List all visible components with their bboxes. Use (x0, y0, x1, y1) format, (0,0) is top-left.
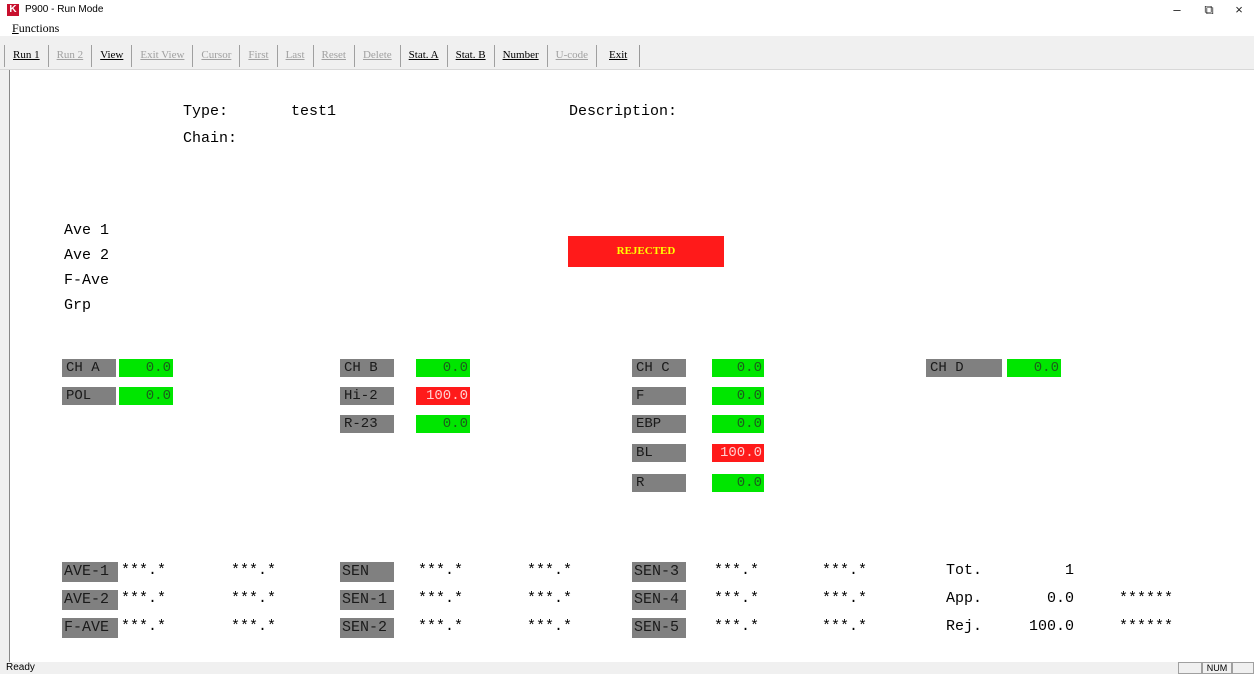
menu-functions[interactable]: Functions (12, 21, 59, 36)
menu-bar: Functions (0, 20, 1254, 36)
stat-sen-value1: ***.* (418, 562, 464, 579)
exit-view-button[interactable]: Exit View (131, 45, 192, 67)
stat-ave1-value2: ***.* (231, 562, 277, 579)
stat-sen-value2: ***.* (527, 562, 573, 579)
stat-sen1-value1: ***.* (418, 590, 464, 607)
close-button[interactable]: × (1224, 2, 1254, 18)
stat-sen2-label: SEN-2 (340, 618, 394, 638)
num-lock-indicator: NUM (1202, 662, 1232, 674)
stat-ave2-label: AVE-2 (62, 590, 118, 610)
bl-label: BL (632, 444, 686, 462)
f-label: F (632, 387, 686, 405)
rejected-status-badge: REJECTED (568, 236, 724, 267)
app-value: 0.0 (1046, 590, 1074, 607)
type-label: Type: (183, 103, 229, 120)
status-text: Ready (6, 662, 35, 673)
stat-fave-label: F-AVE (62, 618, 118, 638)
rej-label: Rej. (946, 618, 983, 635)
stat-sen-label: SEN (340, 562, 394, 582)
status-bar: Ready NUM (0, 662, 1254, 674)
status-indicator-empty (1178, 662, 1202, 674)
toolbar: Run 1 Run 2 View Exit View Cursor First … (0, 36, 1254, 70)
hi2-label: Hi-2 (340, 387, 394, 405)
last-button[interactable]: Last (276, 45, 313, 67)
app-extra: ****** (1119, 590, 1174, 607)
minimize-button[interactable]: – (1162, 2, 1192, 18)
stat-b-button[interactable]: Stat. B (446, 45, 494, 67)
rej-extra: ****** (1119, 618, 1174, 635)
chd-value: 0.0 (1007, 359, 1061, 377)
status-indicator-empty-2 (1232, 662, 1254, 674)
fave-label: F-Ave (64, 272, 110, 289)
stat-sen1-value2: ***.* (527, 590, 573, 607)
chb-label: CH B (340, 359, 394, 377)
stat-fave-value2: ***.* (231, 618, 277, 635)
stat-sen5-value1: ***.* (714, 618, 760, 635)
window-title: P900 - Run Mode (25, 4, 104, 15)
stat-sen3-value1: ***.* (714, 562, 760, 579)
grp-label: Grp (64, 297, 92, 314)
maximize-button[interactable]: ⧉ (1194, 2, 1224, 18)
stat-a-button[interactable]: Stat. A (399, 45, 447, 67)
number-button[interactable]: Number (493, 45, 547, 67)
stat-sen3-label: SEN-3 (632, 562, 686, 582)
pol-value: 0.0 (119, 387, 173, 405)
app-label: App. (946, 590, 983, 607)
stat-fave-value1: ***.* (121, 618, 167, 635)
cha-label: CH A (62, 359, 116, 377)
stat-sen4-value1: ***.* (714, 590, 760, 607)
stat-sen3-value2: ***.* (822, 562, 868, 579)
r-value: 0.0 (712, 474, 764, 492)
r23-value: 0.0 (416, 415, 470, 433)
ebp-label: EBP (632, 415, 686, 433)
bl-value: 100.0 (712, 444, 764, 462)
run1-button[interactable]: Run 1 (4, 45, 48, 67)
ave1-label: Ave 1 (64, 222, 110, 239)
tot-label: Tot. (946, 562, 983, 579)
ave2-label: Ave 2 (64, 247, 110, 264)
f-value: 0.0 (712, 387, 764, 405)
view-button[interactable]: View (91, 45, 131, 67)
exit-button[interactable]: Exit (596, 45, 639, 67)
description-label: Description: (569, 103, 678, 120)
tot-value: 1 (1064, 562, 1074, 579)
title-bar: K P900 - Run Mode – ⧉ × (0, 0, 1254, 20)
r-label: R (632, 474, 686, 492)
chd-label: CH D (926, 359, 1002, 377)
stat-ave1-label: AVE-1 (62, 562, 118, 582)
hi2-value: 100.0 (416, 387, 470, 405)
type-value: test1 (291, 103, 337, 120)
stat-ave1-value1: ***.* (121, 562, 167, 579)
run2-button[interactable]: Run 2 (47, 45, 92, 67)
stat-sen5-label: SEN-5 (632, 618, 686, 638)
ucode-button[interactable]: U-code (546, 45, 596, 67)
stat-sen1-label: SEN-1 (340, 590, 394, 610)
ebp-value: 0.0 (712, 415, 764, 433)
chc-value: 0.0 (712, 359, 764, 377)
reset-button[interactable]: Reset (312, 45, 354, 67)
stat-ave2-value2: ***.* (231, 590, 277, 607)
stat-sen2-value1: ***.* (418, 618, 464, 635)
stat-sen5-value2: ***.* (822, 618, 868, 635)
stat-ave2-value1: ***.* (121, 590, 167, 607)
stat-sen2-value2: ***.* (527, 618, 573, 635)
app-logo-icon: K (7, 4, 19, 16)
chain-label: Chain: (183, 130, 238, 147)
cursor-button[interactable]: Cursor (192, 45, 239, 67)
stat-sen4-value2: ***.* (822, 590, 868, 607)
delete-button[interactable]: Delete (353, 45, 400, 67)
r23-label: R-23 (340, 415, 394, 433)
first-button[interactable]: First (239, 45, 276, 67)
cha-value: 0.0 (119, 359, 173, 377)
chb-value: 0.0 (416, 359, 470, 377)
rej-value: 100.0 (1028, 618, 1074, 635)
stat-sen4-label: SEN-4 (632, 590, 686, 610)
pol-label: POL (62, 387, 116, 405)
chc-label: CH C (632, 359, 686, 377)
